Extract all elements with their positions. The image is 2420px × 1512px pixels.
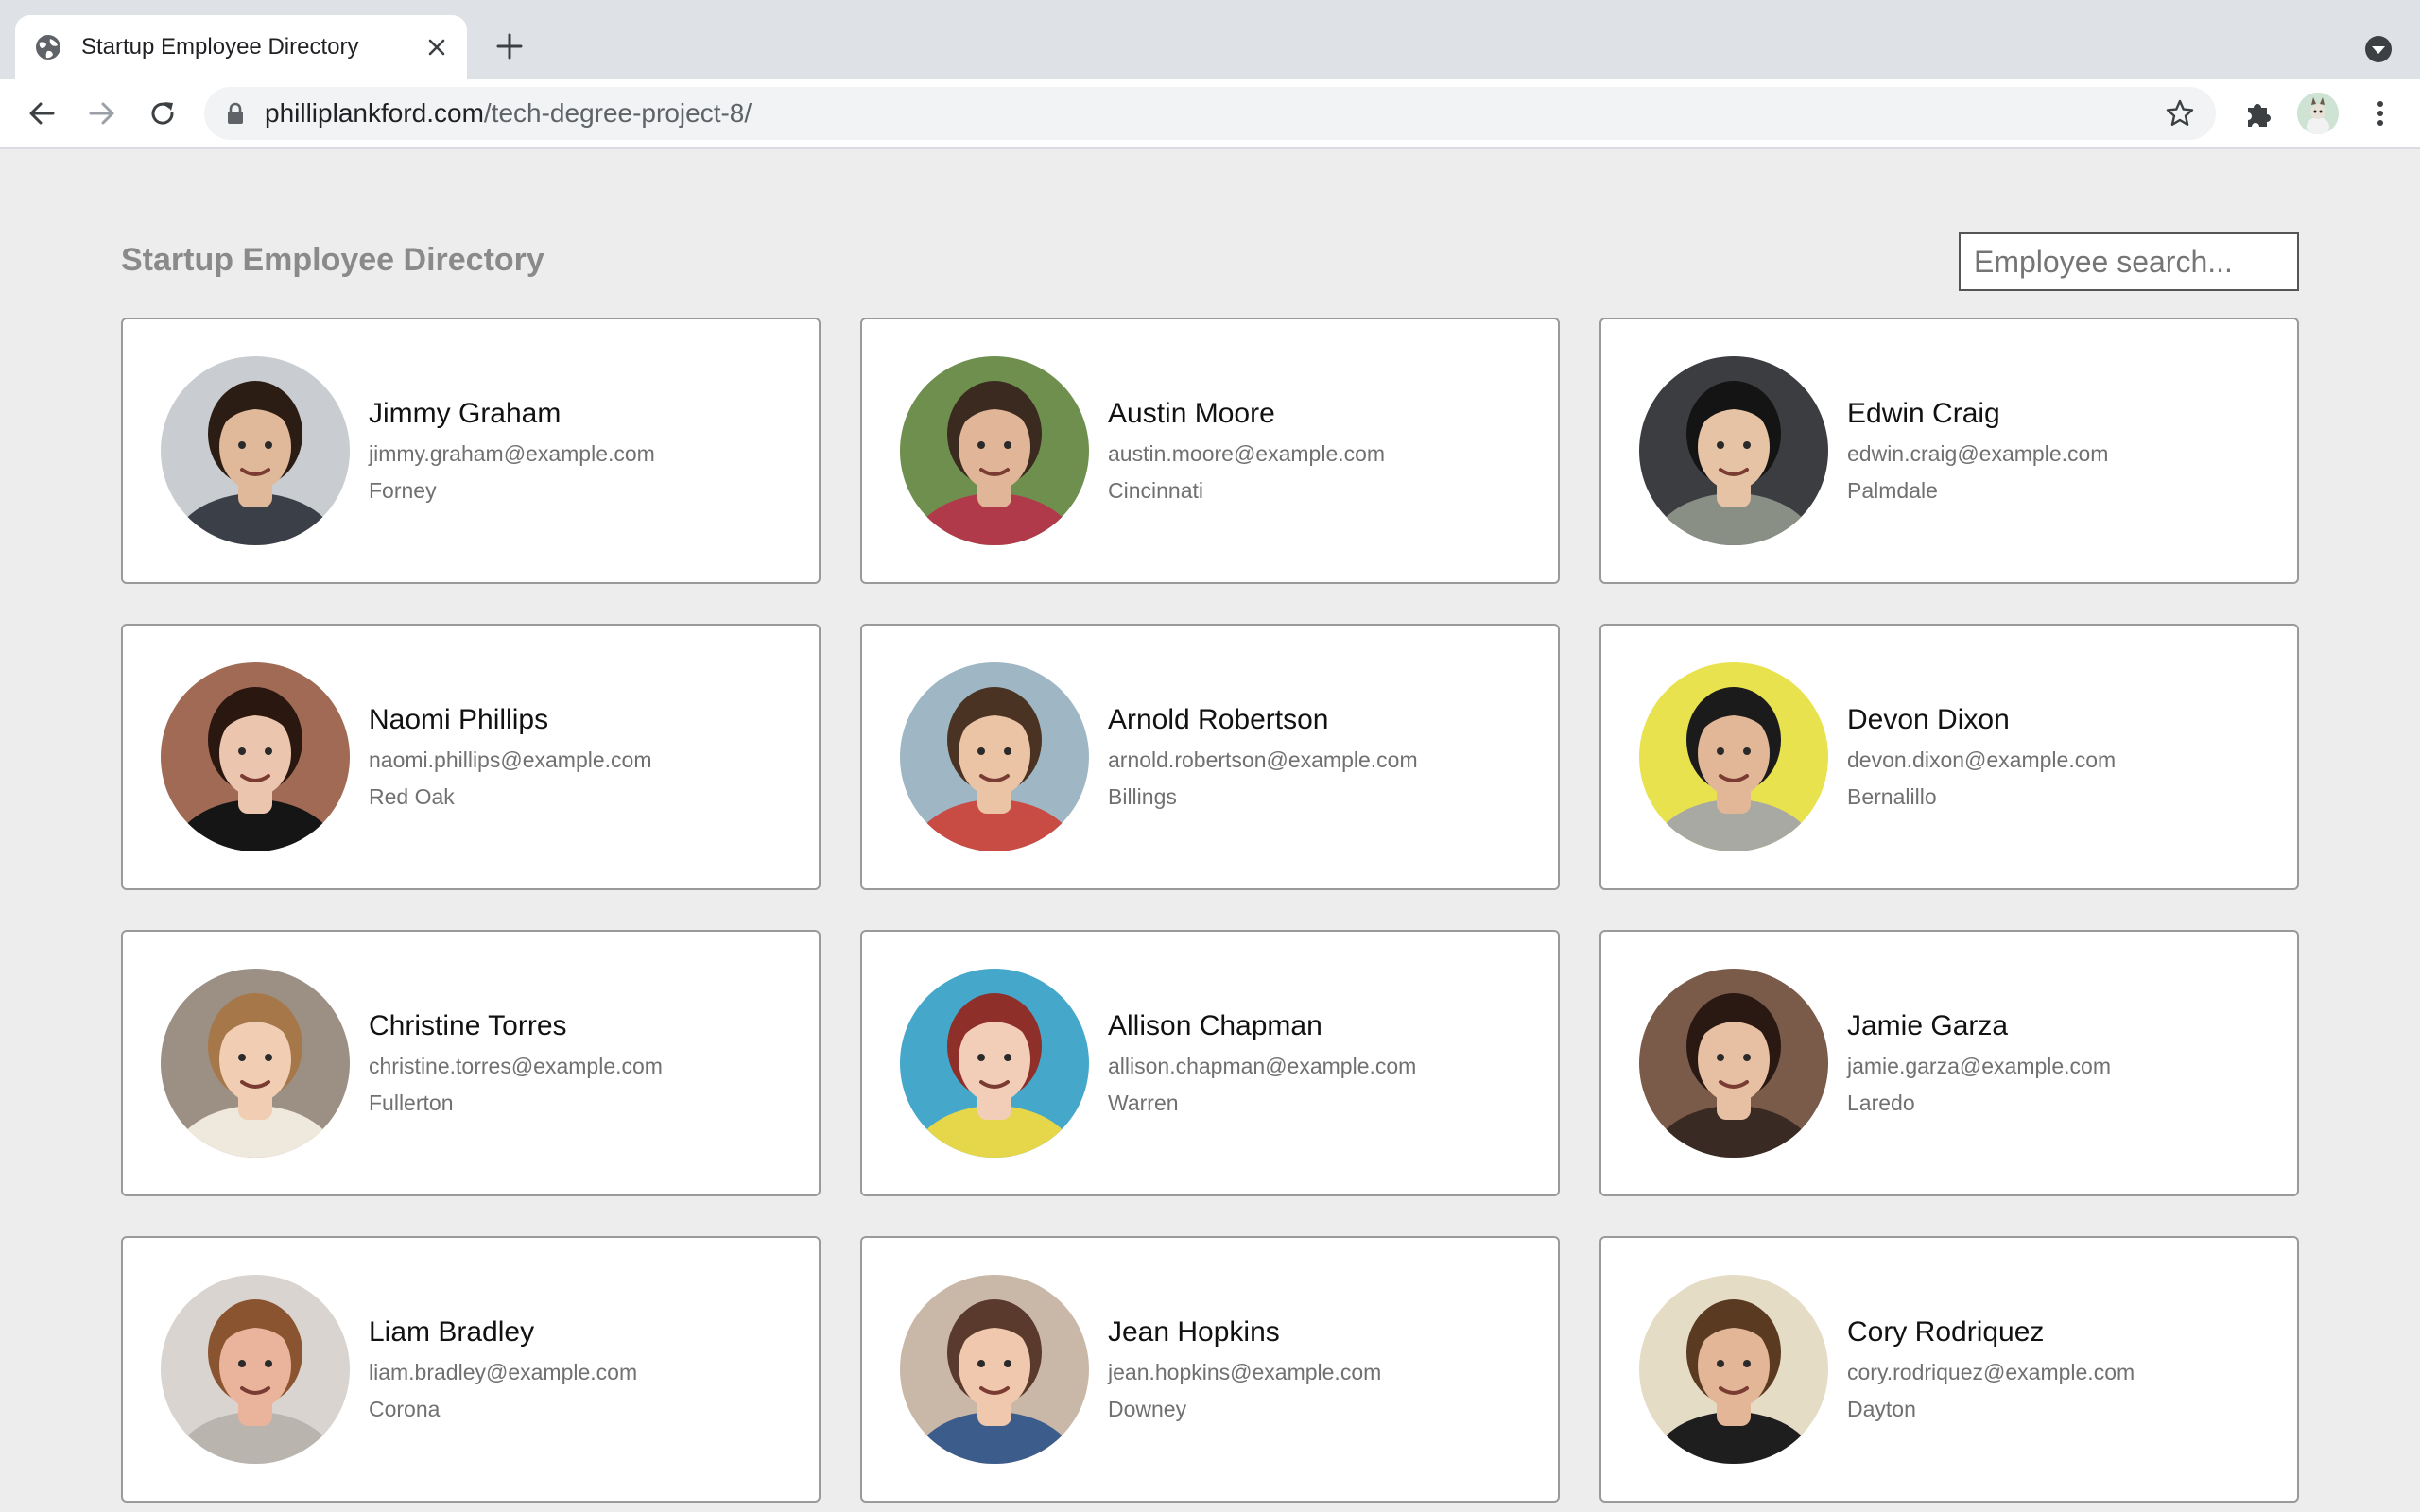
employee-info: Jean Hopkins jean.hopkins@example.com Do… xyxy=(1108,1316,1381,1422)
employee-info: Austin Moore austin.moore@example.com Ci… xyxy=(1108,398,1385,504)
employee-email: austin.moore@example.com xyxy=(1108,441,1386,466)
employee-city: Downey xyxy=(1108,1397,1187,1421)
employee-card[interactable]: Jamie Garza jamie.garza@example.com Lare… xyxy=(1599,930,2299,1196)
employee-city: Billings xyxy=(1108,784,1177,809)
employee-city: Laredo xyxy=(1847,1091,1915,1115)
puzzle-piece-icon[interactable] xyxy=(2240,96,2274,130)
employee-email: devon.dixon@example.com xyxy=(1847,747,2117,772)
employee-info: Cory Rodriquez cory.rodriquez@example.co… xyxy=(1847,1316,2135,1422)
reload-icon[interactable] xyxy=(146,96,180,130)
employee-city: Fullerton xyxy=(369,1091,454,1115)
forward-arrow-icon[interactable] xyxy=(85,96,119,130)
employee-city: Palmdale xyxy=(1847,478,1938,503)
employee-card[interactable]: Arnold Robertson arnold.robertson@exampl… xyxy=(860,624,1560,890)
employee-email: jimmy.graham@example.com xyxy=(369,441,655,466)
employee-avatar xyxy=(900,662,1089,851)
employee-email: jean.hopkins@example.com xyxy=(1108,1360,1382,1384)
employee-name: Edwin Craig xyxy=(1847,398,2000,429)
employee-info: Allison Chapman allison.chapman@example.… xyxy=(1108,1010,1416,1116)
employee-card[interactable]: Liam Bradley liam.bradley@example.com Co… xyxy=(121,1236,821,1503)
employee-name: Liam Bradley xyxy=(369,1316,535,1348)
globe-icon xyxy=(36,35,60,60)
employee-email: allison.chapman@example.com xyxy=(1108,1054,1417,1078)
employee-avatar xyxy=(1639,1275,1828,1464)
employee-avatar xyxy=(161,356,350,545)
employee-card[interactable]: Naomi Phillips naomi.phillips@example.co… xyxy=(121,624,821,890)
plus-icon[interactable] xyxy=(493,30,526,62)
employee-avatar xyxy=(161,969,350,1158)
employee-email: edwin.craig@example.com xyxy=(1847,441,2109,466)
employee-card[interactable]: Austin Moore austin.moore@example.com Ci… xyxy=(860,318,1560,584)
employee-name: Austin Moore xyxy=(1108,398,1275,429)
browser-tab-strip: Startup Employee Directory xyxy=(0,0,2420,79)
employee-city: Dayton xyxy=(1847,1397,1916,1421)
employee-search-input[interactable] xyxy=(1959,232,2299,291)
url-host: philliplankford.com xyxy=(265,98,484,128)
employee-email: jamie.garza@example.com xyxy=(1847,1054,2112,1078)
employee-card[interactable]: Edwin Craig edwin.craig@example.com Palm… xyxy=(1599,318,2299,584)
employee-avatar xyxy=(900,969,1089,1158)
browser-tab[interactable]: Startup Employee Directory xyxy=(15,15,467,79)
employee-email: arnold.robertson@example.com xyxy=(1108,747,1418,772)
employee-avatar xyxy=(1639,356,1828,545)
employee-name: Cory Rodriquez xyxy=(1847,1316,2045,1348)
employee-email: liam.bradley@example.com xyxy=(369,1360,638,1384)
employee-card[interactable]: Devon Dixon devon.dixon@example.com Bern… xyxy=(1599,624,2299,890)
employee-city: Forney xyxy=(369,478,437,503)
employee-city: Cincinnati xyxy=(1108,478,1203,503)
employee-card[interactable]: Christine Torres christine.torres@exampl… xyxy=(121,930,821,1196)
employee-city: Bernalillo xyxy=(1847,784,1937,809)
browser-toolbar: philliplankford.com/tech-degree-project-… xyxy=(0,79,2420,149)
employee-card[interactable]: Allison Chapman allison.chapman@example.… xyxy=(860,930,1560,1196)
tab-title: Startup Employee Directory xyxy=(81,34,359,60)
close-icon[interactable] xyxy=(425,36,448,59)
employee-info: Liam Bradley liam.bradley@example.com Co… xyxy=(369,1316,637,1422)
page-title: Startup Employee Directory xyxy=(121,242,544,278)
chevron-down-circle-icon[interactable] xyxy=(2363,34,2394,64)
employee-info: Arnold Robertson arnold.robertson@exampl… xyxy=(1108,704,1418,810)
employee-name: Christine Torres xyxy=(369,1010,567,1041)
profile-avatar[interactable] xyxy=(2297,93,2339,134)
employee-grid: Jimmy Graham jimmy.graham@example.com Fo… xyxy=(121,318,2299,1503)
employee-city: Corona xyxy=(369,1397,441,1421)
employee-info: Christine Torres christine.torres@exampl… xyxy=(369,1010,663,1116)
star-icon[interactable] xyxy=(2165,98,2195,129)
employee-email: cory.rodriquez@example.com xyxy=(1847,1360,2135,1384)
employee-name: Naomi Phillips xyxy=(369,704,549,735)
back-arrow-icon[interactable] xyxy=(25,96,59,130)
employee-avatar xyxy=(1639,662,1828,851)
employee-avatar xyxy=(161,1275,350,1464)
employee-avatar xyxy=(161,662,350,851)
lock-icon[interactable] xyxy=(225,102,246,125)
employee-card[interactable]: Jimmy Graham jimmy.graham@example.com Fo… xyxy=(121,318,821,584)
more-vert-icon[interactable] xyxy=(2363,96,2397,130)
employee-info: Devon Dixon devon.dixon@example.com Bern… xyxy=(1847,704,2116,810)
employee-info: Jimmy Graham jimmy.graham@example.com Fo… xyxy=(369,398,655,504)
employee-avatar xyxy=(900,1275,1089,1464)
employee-city: Red Oak xyxy=(369,784,455,809)
employee-avatar xyxy=(1639,969,1828,1158)
employee-name: Jimmy Graham xyxy=(369,398,562,429)
employee-name: Arnold Robertson xyxy=(1108,704,1329,735)
employee-email: naomi.phillips@example.com xyxy=(369,747,652,772)
employee-info: Naomi Phillips naomi.phillips@example.co… xyxy=(369,704,651,810)
employee-avatar xyxy=(900,356,1089,545)
employee-name: Allison Chapman xyxy=(1108,1010,1322,1041)
employee-name: Devon Dixon xyxy=(1847,704,2010,735)
employee-name: Jamie Garza xyxy=(1847,1010,2009,1041)
employee-info: Jamie Garza jamie.garza@example.com Lare… xyxy=(1847,1010,2111,1116)
employee-card[interactable]: Cory Rodriquez cory.rodriquez@example.co… xyxy=(1599,1236,2299,1503)
employee-email: christine.torres@example.com xyxy=(369,1054,663,1078)
profile-picture-icon xyxy=(2297,93,2339,134)
employee-info: Edwin Craig edwin.craig@example.com Palm… xyxy=(1847,398,2108,504)
url-text[interactable]: philliplankford.com/tech-degree-project-… xyxy=(265,98,752,129)
address-bar[interactable]: philliplankford.com/tech-degree-project-… xyxy=(204,87,2216,140)
url-path: /tech-degree-project-8/ xyxy=(483,98,752,128)
employee-card[interactable]: Jean Hopkins jean.hopkins@example.com Do… xyxy=(860,1236,1560,1503)
employee-name: Jean Hopkins xyxy=(1108,1316,1280,1348)
employee-city: Warren xyxy=(1108,1091,1179,1115)
